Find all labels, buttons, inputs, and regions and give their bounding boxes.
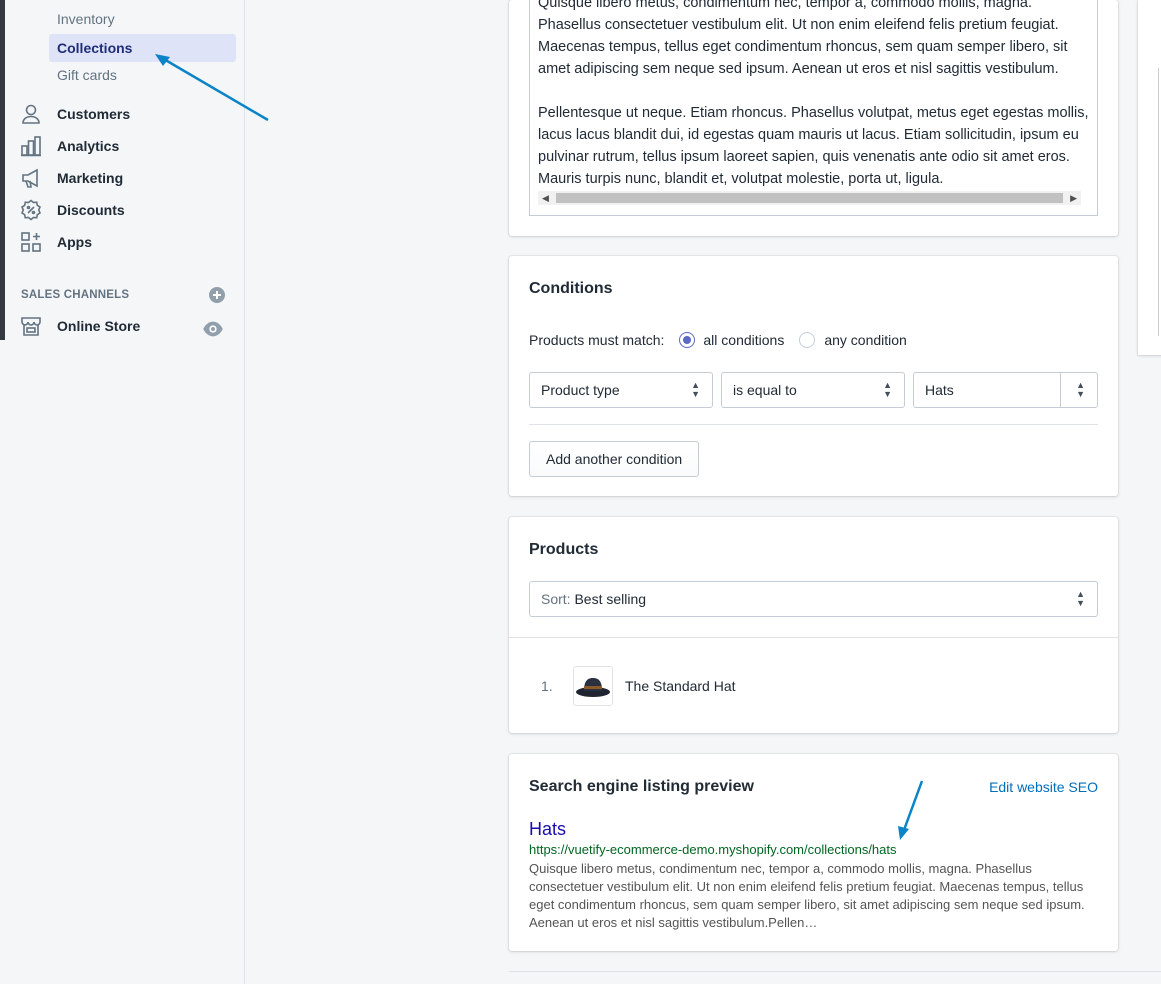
select-caret-icon: ▲ ▼: [1076, 589, 1085, 608]
side-card: [1138, 0, 1161, 355]
marketing-icon: [19, 166, 43, 190]
select-caret-icon: ▲ ▼: [883, 380, 892, 399]
value-suggestions-caret-icon[interactable]: ▲ ▼: [1076, 373, 1085, 407]
description-paragraph: Pellentesque ut neque. Etiam rhoncus. Ph…: [538, 105, 1089, 187]
sidebar-subitem-inventory[interactable]: Inventory: [49, 5, 236, 33]
add-another-condition-button[interactable]: Add another condition: [529, 441, 700, 477]
match-label: Products must match:: [529, 332, 665, 348]
sidebar-item-label: Marketing: [57, 170, 124, 186]
product-name[interactable]: The Standard Hat: [625, 678, 736, 694]
store-icon: [19, 314, 43, 338]
sort-select[interactable]: Sort: Best selling ▲ ▼: [529, 581, 1098, 617]
condition-operator-value: is equal to: [733, 382, 797, 398]
condition-field-select[interactable]: Product type ▲ ▼: [529, 372, 713, 408]
condition-operator-select[interactable]: is equal to ▲ ▼: [721, 372, 905, 408]
sidebar-item-label: Apps: [57, 234, 92, 250]
seo-page-title: Hats: [529, 819, 567, 839]
annotation-arrow-collections: [155, 54, 269, 122]
description-editor[interactable]: Quisque libero metus, condimentum nec, t…: [529, 0, 1098, 216]
sidebar: Inventory Collections Gift cards Custome…: [5, 0, 245, 984]
match-row: Products must match: all conditions any …: [529, 332, 907, 348]
hat-image[interactable]: [573, 666, 613, 706]
description-paragraph: Quisque libero metus, condimentum nec, t…: [538, 0, 1068, 77]
all-conditions-label[interactable]: all conditions: [703, 332, 784, 348]
discounts-icon: [19, 198, 43, 222]
sidebar-item-apps[interactable]: Apps: [19, 228, 239, 256]
any-condition-label[interactable]: any condition: [824, 332, 907, 348]
product-index: 1.: [541, 678, 553, 694]
all-conditions-radio[interactable]: [679, 332, 696, 348]
description-card: Quisque libero metus, condimentum nec, t…: [509, 0, 1118, 236]
seo-description: Quisque libero metus, condimentum nec, t…: [529, 861, 1085, 930]
scroll-right-icon[interactable]: ▶: [1070, 191, 1077, 205]
divider: [509, 637, 1118, 638]
sales-channels-header: SALES CHANNELS: [21, 286, 226, 304]
sidebar-item-label: Discounts: [57, 202, 125, 218]
edit-website-seo-link[interactable]: Edit website SEO: [989, 779, 1098, 795]
scrollbar-thumb[interactable]: [556, 193, 1063, 203]
sidebar-item-label: Analytics: [57, 138, 120, 154]
seo-card: Search engine listing preview Edit websi…: [509, 754, 1118, 951]
condition-field-value: Product type: [541, 382, 620, 398]
product-row[interactable]: 1. The Standard Hat: [541, 666, 736, 706]
sort-value: Best selling: [574, 591, 647, 607]
conditions-title: Conditions: [529, 280, 613, 297]
sidebar-item-discounts[interactable]: Discounts: [19, 196, 239, 224]
condition-value-text: Hats: [925, 382, 954, 398]
annotation-arrow-seo-url: [898, 780, 924, 840]
customers-icon: [19, 102, 43, 126]
seo-url: https://vuetify-ecommerce-demo.myshopify…: [529, 842, 897, 857]
sidebar-item-marketing[interactable]: Marketing: [19, 164, 239, 192]
seo-title: Search engine listing preview: [529, 778, 754, 795]
sidebar-item-label: Customers: [57, 106, 131, 122]
any-condition-radio[interactable]: [799, 332, 816, 348]
analytics-icon: [19, 134, 43, 158]
add-channel-icon[interactable]: [208, 286, 226, 304]
apps-icon: [19, 230, 43, 254]
view-store-eye-icon[interactable]: [202, 318, 224, 340]
sidebar-item-online-store[interactable]: Online Store: [19, 312, 224, 340]
input-divider: [1060, 373, 1061, 407]
divider: [529, 424, 1098, 425]
products-card: Products Sort: Best selling ▲ ▼ 1. The St…: [509, 517, 1118, 733]
condition-value-input[interactable]: Hats ▲ ▼: [913, 372, 1098, 408]
page-divider: [509, 971, 1161, 972]
horizontal-scrollbar[interactable]: ◀ ▶: [538, 191, 1081, 205]
sidebar-item-label: Online Store: [57, 318, 141, 334]
sort-prefix: Sort:: [541, 591, 571, 607]
products-title: Products: [529, 541, 599, 558]
sidebar-item-analytics[interactable]: Analytics: [19, 132, 239, 160]
select-caret-icon: ▲ ▼: [691, 380, 700, 399]
conditions-card: Conditions Products must match: all cond…: [509, 256, 1118, 496]
scroll-left-icon[interactable]: ◀: [542, 191, 549, 205]
sales-channels-heading: SALES CHANNELS: [21, 289, 130, 301]
